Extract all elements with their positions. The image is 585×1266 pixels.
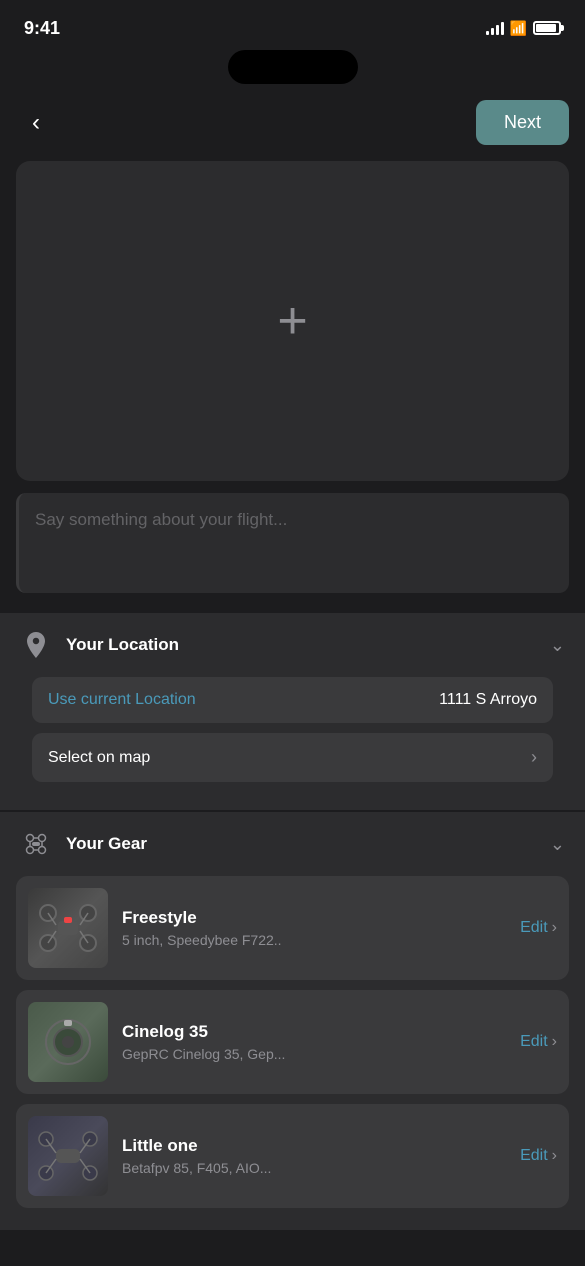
dynamic-island xyxy=(228,50,358,84)
gear-section-title: Your Gear xyxy=(66,834,550,854)
nav-bar: ‹ Next xyxy=(0,92,585,161)
gear-thumbnail-little-one xyxy=(28,1116,108,1196)
select-on-map-row[interactable]: Select on map › xyxy=(32,733,553,782)
location-pin-icon xyxy=(20,629,52,661)
back-button[interactable]: ‹ xyxy=(16,103,56,143)
gear-edit-label-little-one: Edit xyxy=(520,1147,548,1165)
signal-icon xyxy=(486,21,504,35)
gear-edit-little-one[interactable]: Edit › xyxy=(520,1147,557,1165)
gear-thumbnail-freestyle xyxy=(28,888,108,968)
gear-item-freestyle[interactable]: Freestyle 5 inch, Speedybee F722.. Edit … xyxy=(16,876,569,980)
location-section-header[interactable]: Your Location ⌄ xyxy=(0,613,585,677)
next-button[interactable]: Next xyxy=(476,100,569,145)
location-section: Your Location ⌄ Use current Location 111… xyxy=(0,613,585,810)
gear-info-freestyle: Freestyle 5 inch, Speedybee F722.. xyxy=(108,908,520,948)
gear-list: Freestyle 5 inch, Speedybee F722.. Edit … xyxy=(0,876,585,1230)
battery-icon xyxy=(533,21,561,35)
gear-edit-label-freestyle: Edit xyxy=(520,919,548,937)
gear-edit-freestyle[interactable]: Edit › xyxy=(520,919,557,937)
gear-edit-cinelog[interactable]: Edit › xyxy=(520,1033,557,1051)
drone-gear-icon xyxy=(20,828,52,860)
gear-thumbnail-cinelog xyxy=(28,1002,108,1082)
gear-item-cinelog[interactable]: Cinelog 35 GepRC Cinelog 35, Gep... Edit… xyxy=(16,990,569,1094)
gear-details-cinelog: GepRC Cinelog 35, Gep... xyxy=(122,1046,520,1062)
location-section-title: Your Location xyxy=(66,635,550,655)
gear-item-little-one[interactable]: Little one Betafpv 85, F405, AIO... Edit… xyxy=(16,1104,569,1208)
gear-edit-label-cinelog: Edit xyxy=(520,1033,548,1051)
gear-edit-chevron-little-one: › xyxy=(552,1147,557,1165)
current-location-row[interactable]: Use current Location 1111 S Arroyo xyxy=(32,677,553,723)
gear-name-freestyle: Freestyle xyxy=(122,908,520,928)
gear-details-freestyle: 5 inch, Speedybee F722.. xyxy=(122,932,520,948)
text-input-placeholder: Say something about your flight... xyxy=(35,510,287,529)
add-media-icon: + xyxy=(277,295,307,347)
back-chevron-icon: ‹ xyxy=(32,111,40,135)
gear-name-little-one: Little one xyxy=(122,1136,520,1156)
status-time: 9:41 xyxy=(24,18,60,39)
gear-section-header[interactable]: Your Gear ⌄ xyxy=(0,812,585,876)
gear-info-little-one: Little one Betafpv 85, F405, AIO... xyxy=(108,1136,520,1176)
location-chevron-down-icon: ⌄ xyxy=(550,635,565,656)
gear-chevron-down-icon: ⌄ xyxy=(550,834,565,855)
wifi-icon: 📶 xyxy=(510,20,527,37)
gear-details-little-one: Betafpv 85, F405, AIO... xyxy=(122,1160,520,1176)
gear-edit-chevron-cinelog: › xyxy=(552,1033,557,1051)
status-bar: 9:41 📶 xyxy=(0,0,585,50)
status-icons: 📶 xyxy=(486,20,561,37)
gear-info-cinelog: Cinelog 35 GepRC Cinelog 35, Gep... xyxy=(108,1022,520,1062)
gear-name-cinelog: Cinelog 35 xyxy=(122,1022,520,1042)
map-select-chevron-icon: › xyxy=(531,747,537,768)
select-on-map-label: Select on map xyxy=(48,749,531,767)
media-upload-area[interactable]: + xyxy=(16,161,569,481)
flight-text-input[interactable]: Say something about your flight... xyxy=(16,493,569,593)
current-location-value: 1111 S Arroyo xyxy=(439,691,537,709)
gear-edit-chevron-freestyle: › xyxy=(552,919,557,937)
gear-section: Your Gear ⌄ Freestyle xyxy=(0,812,585,1230)
use-current-location-link[interactable]: Use current Location xyxy=(48,691,439,709)
